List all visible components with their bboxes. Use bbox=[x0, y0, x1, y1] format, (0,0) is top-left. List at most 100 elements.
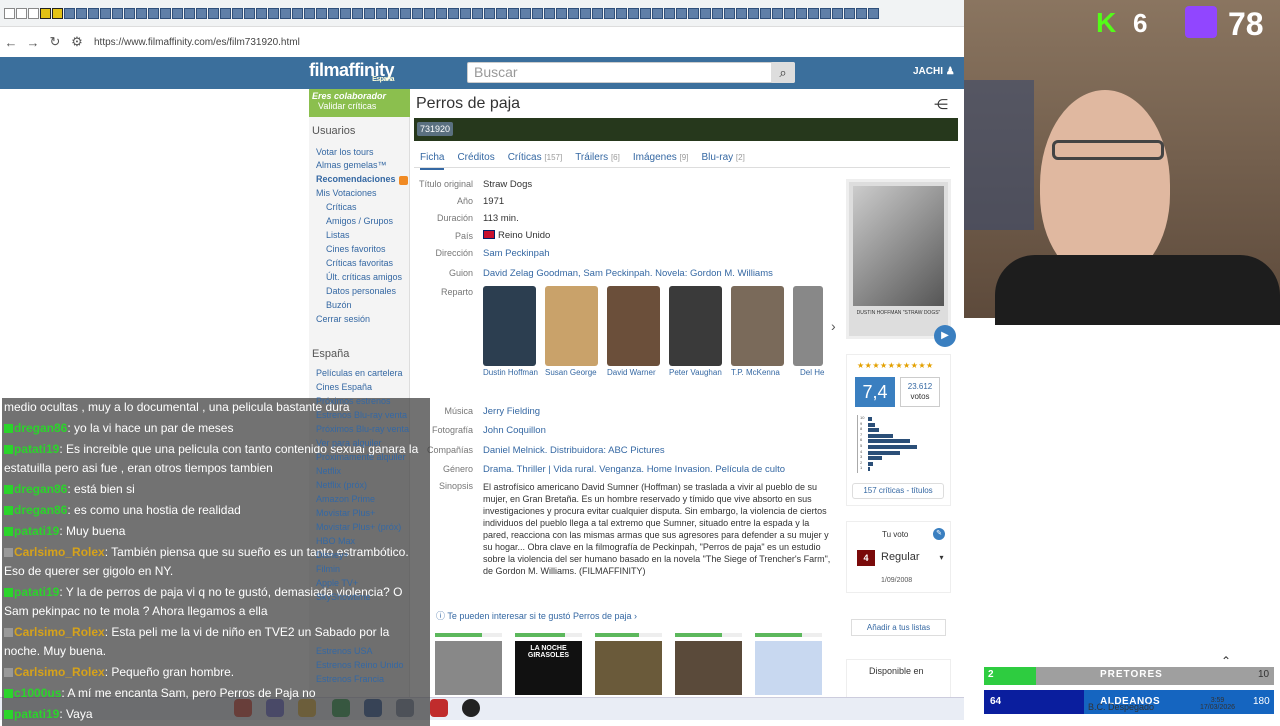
rec-poster[interactable] bbox=[755, 641, 822, 695]
site-logo[interactable]: filmaffinity España bbox=[309, 60, 395, 83]
sidebar-item[interactable]: Críticas bbox=[326, 202, 357, 212]
bookmark-icon[interactable] bbox=[64, 7, 75, 19]
bookmark-icon[interactable] bbox=[676, 7, 687, 19]
bookmark-icon[interactable] bbox=[340, 7, 351, 19]
sidebar-item[interactable]: Estrenos Reino Unido bbox=[316, 660, 404, 670]
bookmark-icon[interactable] bbox=[388, 7, 399, 19]
sidebar-item[interactable]: Cerrar sesión bbox=[316, 314, 370, 324]
bookmark-icon[interactable] bbox=[40, 7, 51, 19]
vote-count[interactable]: 23.612 votos bbox=[900, 377, 940, 407]
sidebar-item[interactable]: Estrenos Blu-ray venta bbox=[316, 410, 407, 420]
sidebar-item[interactable]: Netflix bbox=[316, 466, 341, 476]
sidebar-item[interactable]: Últ. críticas amigos bbox=[326, 272, 402, 282]
cast-name[interactable]: Peter Vaughan bbox=[669, 368, 722, 377]
search-input[interactable]: Buscar bbox=[467, 62, 795, 83]
colab-link[interactable]: Validar críticas bbox=[318, 101, 407, 111]
bookmark-icon[interactable] bbox=[652, 7, 663, 19]
cast-name[interactable]: T.P. McKenna bbox=[731, 368, 780, 377]
bookmark-icon[interactable] bbox=[16, 7, 27, 19]
sidebar-item[interactable]: Películas en cartelera bbox=[316, 368, 403, 378]
bookmark-icon[interactable] bbox=[28, 7, 39, 19]
sidebar-item[interactable]: Votar los tours bbox=[316, 147, 374, 157]
cast-photo[interactable] bbox=[669, 286, 722, 366]
bookmark-icon[interactable] bbox=[592, 7, 603, 19]
bookmark-icon[interactable] bbox=[232, 7, 243, 19]
bookmark-icon[interactable] bbox=[748, 7, 759, 19]
sidebar-item[interactable]: Críticas favoritas bbox=[326, 258, 393, 268]
bookmark-icon[interactable] bbox=[76, 7, 87, 19]
companies-link[interactable]: Daniel Melnick. Distribuidora: ABC Pictu… bbox=[483, 445, 665, 456]
chat-username[interactable]: Carlsimo_Rolex bbox=[14, 665, 105, 679]
cast-name[interactable]: Dustin Hoffman bbox=[483, 368, 538, 377]
app-icon[interactable] bbox=[430, 699, 448, 717]
bookmark-icon[interactable] bbox=[100, 7, 111, 19]
music-link[interactable]: Jerry Fielding bbox=[483, 406, 540, 417]
bookmark-icon[interactable] bbox=[460, 7, 471, 19]
bookmark-icon[interactable] bbox=[664, 7, 675, 19]
sidebar-item[interactable]: Almas gemelas™ bbox=[316, 160, 387, 170]
bookmark-icon[interactable] bbox=[508, 7, 519, 19]
rec-item[interactable] bbox=[755, 633, 822, 695]
sidebar-item[interactable]: Apple TV+ bbox=[316, 578, 358, 588]
bookmark-icon[interactable] bbox=[844, 7, 855, 19]
sidebar-item[interactable]: Filmin bbox=[316, 564, 340, 574]
bookmark-icon[interactable] bbox=[724, 7, 735, 19]
bookmark-icon[interactable] bbox=[124, 7, 135, 19]
bookmark-icon[interactable] bbox=[280, 7, 291, 19]
chat-username[interactable]: dregan86 bbox=[14, 482, 67, 496]
cast-photo[interactable] bbox=[483, 286, 536, 366]
sidebar-item[interactable]: Recomendaciones bbox=[316, 174, 396, 184]
bookmark-icon[interactable] bbox=[616, 7, 627, 19]
bookmark-icon[interactable] bbox=[532, 7, 543, 19]
bookmark-icon[interactable] bbox=[868, 7, 879, 19]
chevron-up-icon[interactable]: ⌃ bbox=[1221, 654, 1231, 668]
bookmark-icon[interactable] bbox=[436, 7, 447, 19]
script-link[interactable]: David Zelag Goodman, Sam Peckinpah. Nove… bbox=[483, 268, 773, 279]
bookmark-icon[interactable] bbox=[760, 7, 771, 19]
sidebar-item[interactable]: Movistar Plus+ (próx) bbox=[316, 522, 401, 532]
bookmark-icon[interactable] bbox=[4, 7, 15, 19]
poster[interactable]: DUSTIN HOFFMAN "STRAW DOGS" bbox=[846, 179, 951, 339]
chevron-right-icon[interactable]: › bbox=[831, 318, 836, 334]
chat-username[interactable]: Carlsimo_Rolex bbox=[14, 545, 105, 559]
chat-username[interactable]: patati19 bbox=[14, 442, 59, 456]
genre-link[interactable]: Drama. Thriller | Vida rural. Venganza. … bbox=[483, 464, 785, 475]
bookmark-icon[interactable] bbox=[424, 7, 435, 19]
bookmark-icon[interactable] bbox=[172, 7, 183, 19]
interest-link[interactable]: ⓘ Te pueden interesar si te gustó Perros… bbox=[436, 609, 637, 622]
sidebar-item[interactable]: Próximos Blu-ray venta bbox=[316, 424, 409, 434]
cast-name[interactable]: David Warner bbox=[607, 368, 656, 377]
bookmark-icon[interactable] bbox=[328, 7, 339, 19]
bookmark-icon[interactable] bbox=[520, 7, 531, 19]
chat-username[interactable]: patati19 bbox=[14, 707, 59, 721]
cast-photo[interactable] bbox=[731, 286, 784, 366]
rss-icon[interactable] bbox=[399, 176, 408, 185]
rec-poster[interactable] bbox=[435, 641, 502, 695]
sidebar-item[interactable]: Amazon Prime bbox=[316, 494, 375, 504]
chat-username[interactable]: Carlsimo_Rolex bbox=[14, 625, 105, 639]
rec-item[interactable] bbox=[595, 633, 662, 695]
cast-photo[interactable] bbox=[607, 286, 660, 366]
bookmark-icon[interactable] bbox=[184, 7, 195, 19]
bookmark-icon[interactable] bbox=[628, 7, 639, 19]
bookmark-icon[interactable] bbox=[688, 7, 699, 19]
rec-poster[interactable] bbox=[675, 641, 742, 695]
bookmark-icon[interactable] bbox=[268, 7, 279, 19]
bookmark-icon[interactable] bbox=[796, 7, 807, 19]
sidebar-item[interactable]: Amigos / Grupos bbox=[326, 216, 393, 226]
bookmark-icon[interactable] bbox=[604, 7, 615, 19]
sidebar-item[interactable]: Ver para alquiler bbox=[316, 438, 382, 448]
critics-link[interactable]: 157 críticas - títulos bbox=[852, 483, 944, 499]
my-vote-number[interactable]: 4 bbox=[857, 550, 875, 566]
bookmark-icon[interactable] bbox=[196, 7, 207, 19]
chat-username[interactable]: patati19 bbox=[14, 524, 59, 538]
bookmark-icon[interactable] bbox=[784, 7, 795, 19]
bookmark-icon[interactable] bbox=[412, 7, 423, 19]
sidebar-item[interactable]: Netflix (próx) bbox=[316, 480, 367, 490]
bookmark-icon[interactable] bbox=[808, 7, 819, 19]
bookmark-icon[interactable] bbox=[772, 7, 783, 19]
bookmark-icon[interactable] bbox=[244, 7, 255, 19]
sidebar-item[interactable]: Próximos estrenos bbox=[316, 396, 391, 406]
bookmark-icon[interactable] bbox=[376, 7, 387, 19]
sidebar-item[interactable]: Disney+ bbox=[316, 550, 349, 560]
